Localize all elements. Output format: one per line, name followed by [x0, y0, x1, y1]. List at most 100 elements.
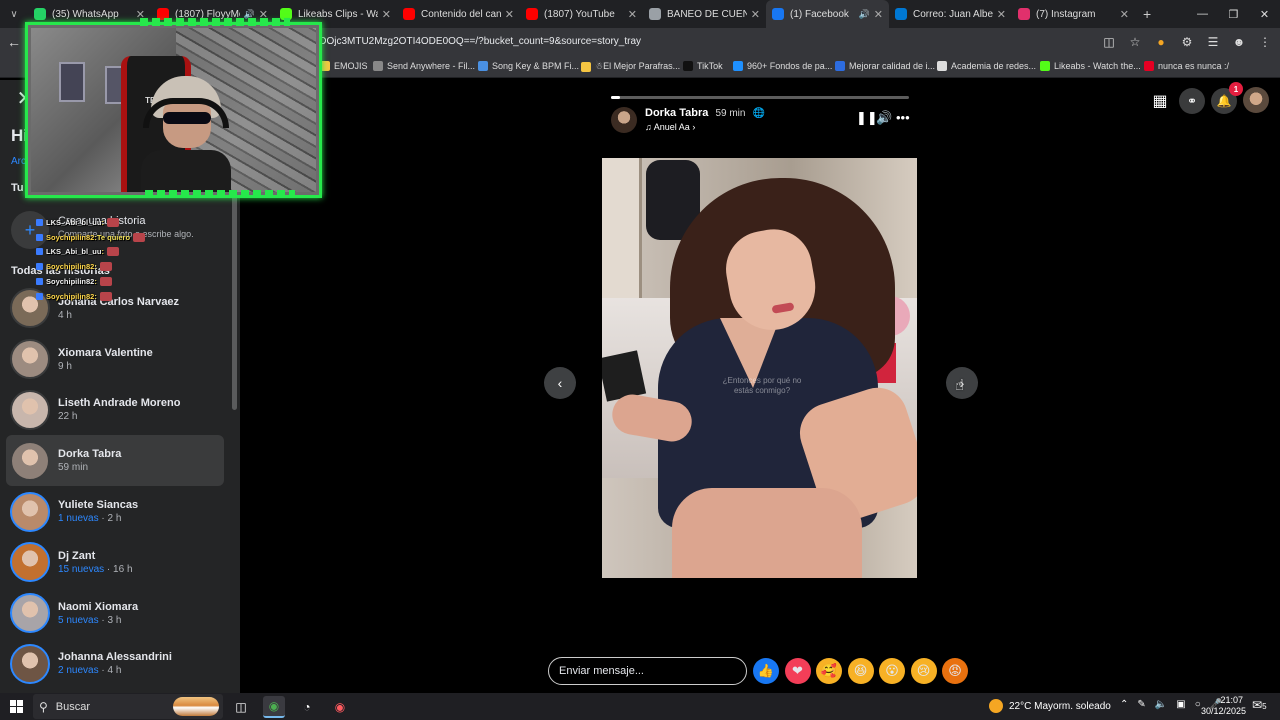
tab-close-icon[interactable]: ✕	[997, 8, 1006, 21]
wow-reaction-icon[interactable]: 😮	[879, 658, 905, 684]
bookmark-item[interactable]: Academia de redes...	[937, 61, 1036, 71]
bookmark-item[interactable]: 960+ Fondos de pa...	[733, 61, 832, 71]
angry-reaction-icon[interactable]: 😡	[942, 658, 968, 684]
extension-color-icon[interactable]: ●	[1152, 32, 1170, 52]
browser-tab[interactable]: Contenido del canal ✕	[397, 0, 520, 28]
bookmark-favicon-icon	[373, 61, 383, 71]
tab-close-icon[interactable]: ✕	[382, 8, 391, 21]
previous-story-button[interactable]: ‹	[544, 367, 576, 399]
new-tab-button[interactable]: +	[1143, 6, 1151, 22]
url-field[interactable]: NDOjc3MTU2Mzg2OTI4ODE0OQ==/?bucket_count…	[312, 36, 641, 47]
extensions-icon[interactable]: ⚙	[1178, 32, 1196, 52]
bookmark-item[interactable]: ☃El Mejor Parafras...	[581, 61, 680, 72]
weather-widget[interactable]: 22°C Mayorm. soleado	[989, 699, 1111, 713]
like-reaction-icon[interactable]: 👍	[753, 658, 779, 684]
bookmark-item[interactable]: TikTok	[683, 61, 723, 71]
install-app-icon[interactable]: ◫	[1100, 32, 1118, 52]
task-view-icon[interactable]: ◫	[230, 696, 252, 718]
chat-username: LKS_Abi_bl_uu	[46, 247, 102, 257]
tray-chevron-icon[interactable]: ⌃	[1120, 699, 1128, 710]
minimize-button[interactable]: —	[1187, 0, 1218, 28]
story-song[interactable]: ♫ Anuel Aa ›	[645, 122, 695, 132]
tab-close-icon[interactable]: ✕	[751, 8, 760, 21]
notification-center-icon[interactable]: ✉5	[1252, 698, 1267, 712]
reply-input[interactable]: Enviar mensaje...	[548, 657, 747, 685]
bookmark-item[interactable]: EMOJIS	[320, 61, 368, 71]
bookmark-favicon-icon	[581, 61, 591, 72]
taskbar-clock[interactable]: 21:07 30/12/2025	[1201, 695, 1246, 717]
browser-tab[interactable]: (7) Instagram ✕	[1012, 0, 1135, 28]
bookmark-item[interactable]: Mejorar calidad de i...	[835, 61, 935, 71]
story-list-item[interactable]: Naomi Xiomara 5 nuevas · 3 h	[6, 588, 224, 639]
sad-reaction-icon[interactable]: 😢	[910, 658, 937, 684]
story-owner-name[interactable]: Dorka Tabra	[645, 107, 708, 119]
story-list-item[interactable]: Yuliete Siancas 1 nuevas · 2 h	[6, 486, 224, 537]
story-list-item[interactable]: Xiomara Valentine 9 h	[6, 334, 224, 385]
bookmark-item[interactable]: Likeabs - Watch the...	[1040, 61, 1141, 71]
windows-start-icon[interactable]	[10, 700, 23, 713]
story-time: 4 h	[107, 665, 122, 677]
story-list-item[interactable]: Johanna Alessandrini 2 nuevas · 4 h	[6, 639, 224, 690]
tab-title: (1) Facebook	[790, 8, 849, 20]
bookmark-item[interactable]: nunca es nunca :/	[1144, 61, 1229, 71]
tab-close-icon[interactable]: ✕	[505, 8, 514, 21]
love-reaction-icon[interactable]: ❤	[784, 658, 811, 684]
browser-menu-icon[interactable]: ⋮	[1256, 32, 1274, 52]
media-control-icon[interactable]: ☰	[1204, 32, 1222, 52]
story-owner-avatar[interactable]	[611, 107, 637, 133]
bookmark-label: Song Key & BPM Fi...	[492, 61, 580, 71]
story-photo[interactable]: ¿Entonces por qué no estás conmigo?	[602, 158, 917, 578]
bookmark-favicon-icon	[835, 61, 845, 71]
tab-favicon-icon	[403, 8, 415, 20]
bookmark-star-icon[interactable]: ☆	[1126, 32, 1144, 52]
song-label[interactable]: ♫ Anuel Aa	[645, 122, 690, 132]
tab-search-icon[interactable]: ∨	[0, 0, 28, 28]
chrome-icon[interactable]: ◉	[263, 696, 285, 718]
story-name: Xiomara Valentine	[58, 346, 153, 359]
profile-avatar[interactable]	[1243, 87, 1269, 113]
bookmark-item[interactable]: Send Anywhere - Fil...	[373, 61, 475, 71]
story-list-item[interactable]: Liseth Andrade Moreno 22 h	[6, 385, 224, 436]
bookmark-item[interactable]: Song Key & BPM Fi...	[478, 61, 579, 71]
story-time: 3 h	[107, 614, 122, 626]
pen-icon[interactable]: ✎	[1137, 699, 1145, 710]
story-time-info: 15 nuevas · 16 h	[58, 563, 133, 575]
messenger-icon[interactable]: ⚭	[1179, 88, 1205, 114]
tab-close-icon[interactable]: ✕	[1120, 8, 1129, 21]
close-window-button[interactable]: ✕	[1249, 0, 1280, 28]
story-owner[interactable]: Dorka Tabra 59 min 🌐	[645, 107, 765, 119]
back-button[interactable]: ←	[0, 28, 28, 56]
chat-username: Soychipilin82	[46, 277, 95, 287]
tab-close-icon[interactable]: ✕	[874, 8, 883, 21]
browser-tab[interactable]: (1) Facebook 🔊 ✕	[766, 0, 889, 28]
story-time-info: 59 min	[58, 462, 121, 473]
story-avatar	[10, 389, 50, 430]
taskbar-search[interactable]: ⚲ Buscar	[33, 694, 223, 719]
tab-audio-icon[interactable]: 🔊	[859, 9, 870, 20]
network-icon[interactable]: ▣	[1176, 699, 1185, 710]
language-icon[interactable]: ○	[1195, 699, 1201, 710]
volume-tray-icon[interactable]: 🔈	[1155, 699, 1167, 710]
more-options-icon[interactable]: •••	[896, 110, 910, 125]
haha-reaction-icon[interactable]: 😆	[847, 658, 874, 684]
sidebar-scrollbar[interactable]	[232, 190, 237, 410]
maximize-button[interactable]: ❐	[1218, 0, 1249, 28]
obs-icon[interactable]: ◔	[296, 696, 318, 718]
care-reaction-icon[interactable]: 🥰	[816, 658, 842, 684]
browser-tab[interactable]: BANEO DE CUENTA ✕	[643, 0, 766, 28]
story-name: Naomi Xiomara	[58, 600, 139, 613]
chat-message: Soychipilin82 : Te quiero	[36, 230, 156, 245]
browser-tab[interactable]: (1807) YouTube ✕	[520, 0, 643, 28]
overlay-top-decoration	[140, 18, 290, 26]
tab-close-icon[interactable]: ✕	[628, 8, 637, 21]
story-list-item[interactable]: Dj Zant 15 nuevas · 16 h	[6, 537, 224, 588]
menu-grid-icon[interactable]: ▦	[1147, 88, 1173, 114]
browser-tab[interactable]: Correo: Juan Alberto ✕	[889, 0, 1012, 28]
pause-icon[interactable]: ❚❚	[856, 110, 878, 126]
story-list-item[interactable]: Dorka Tabra 59 min	[6, 435, 224, 487]
story-new-count: 15 nuevas	[58, 563, 105, 575]
app-icon[interactable]: ◉	[329, 696, 351, 718]
volume-icon[interactable]: 🔊	[876, 110, 892, 126]
story-time-info: 9 h	[58, 361, 153, 372]
profile-icon[interactable]: ☻	[1230, 32, 1248, 52]
